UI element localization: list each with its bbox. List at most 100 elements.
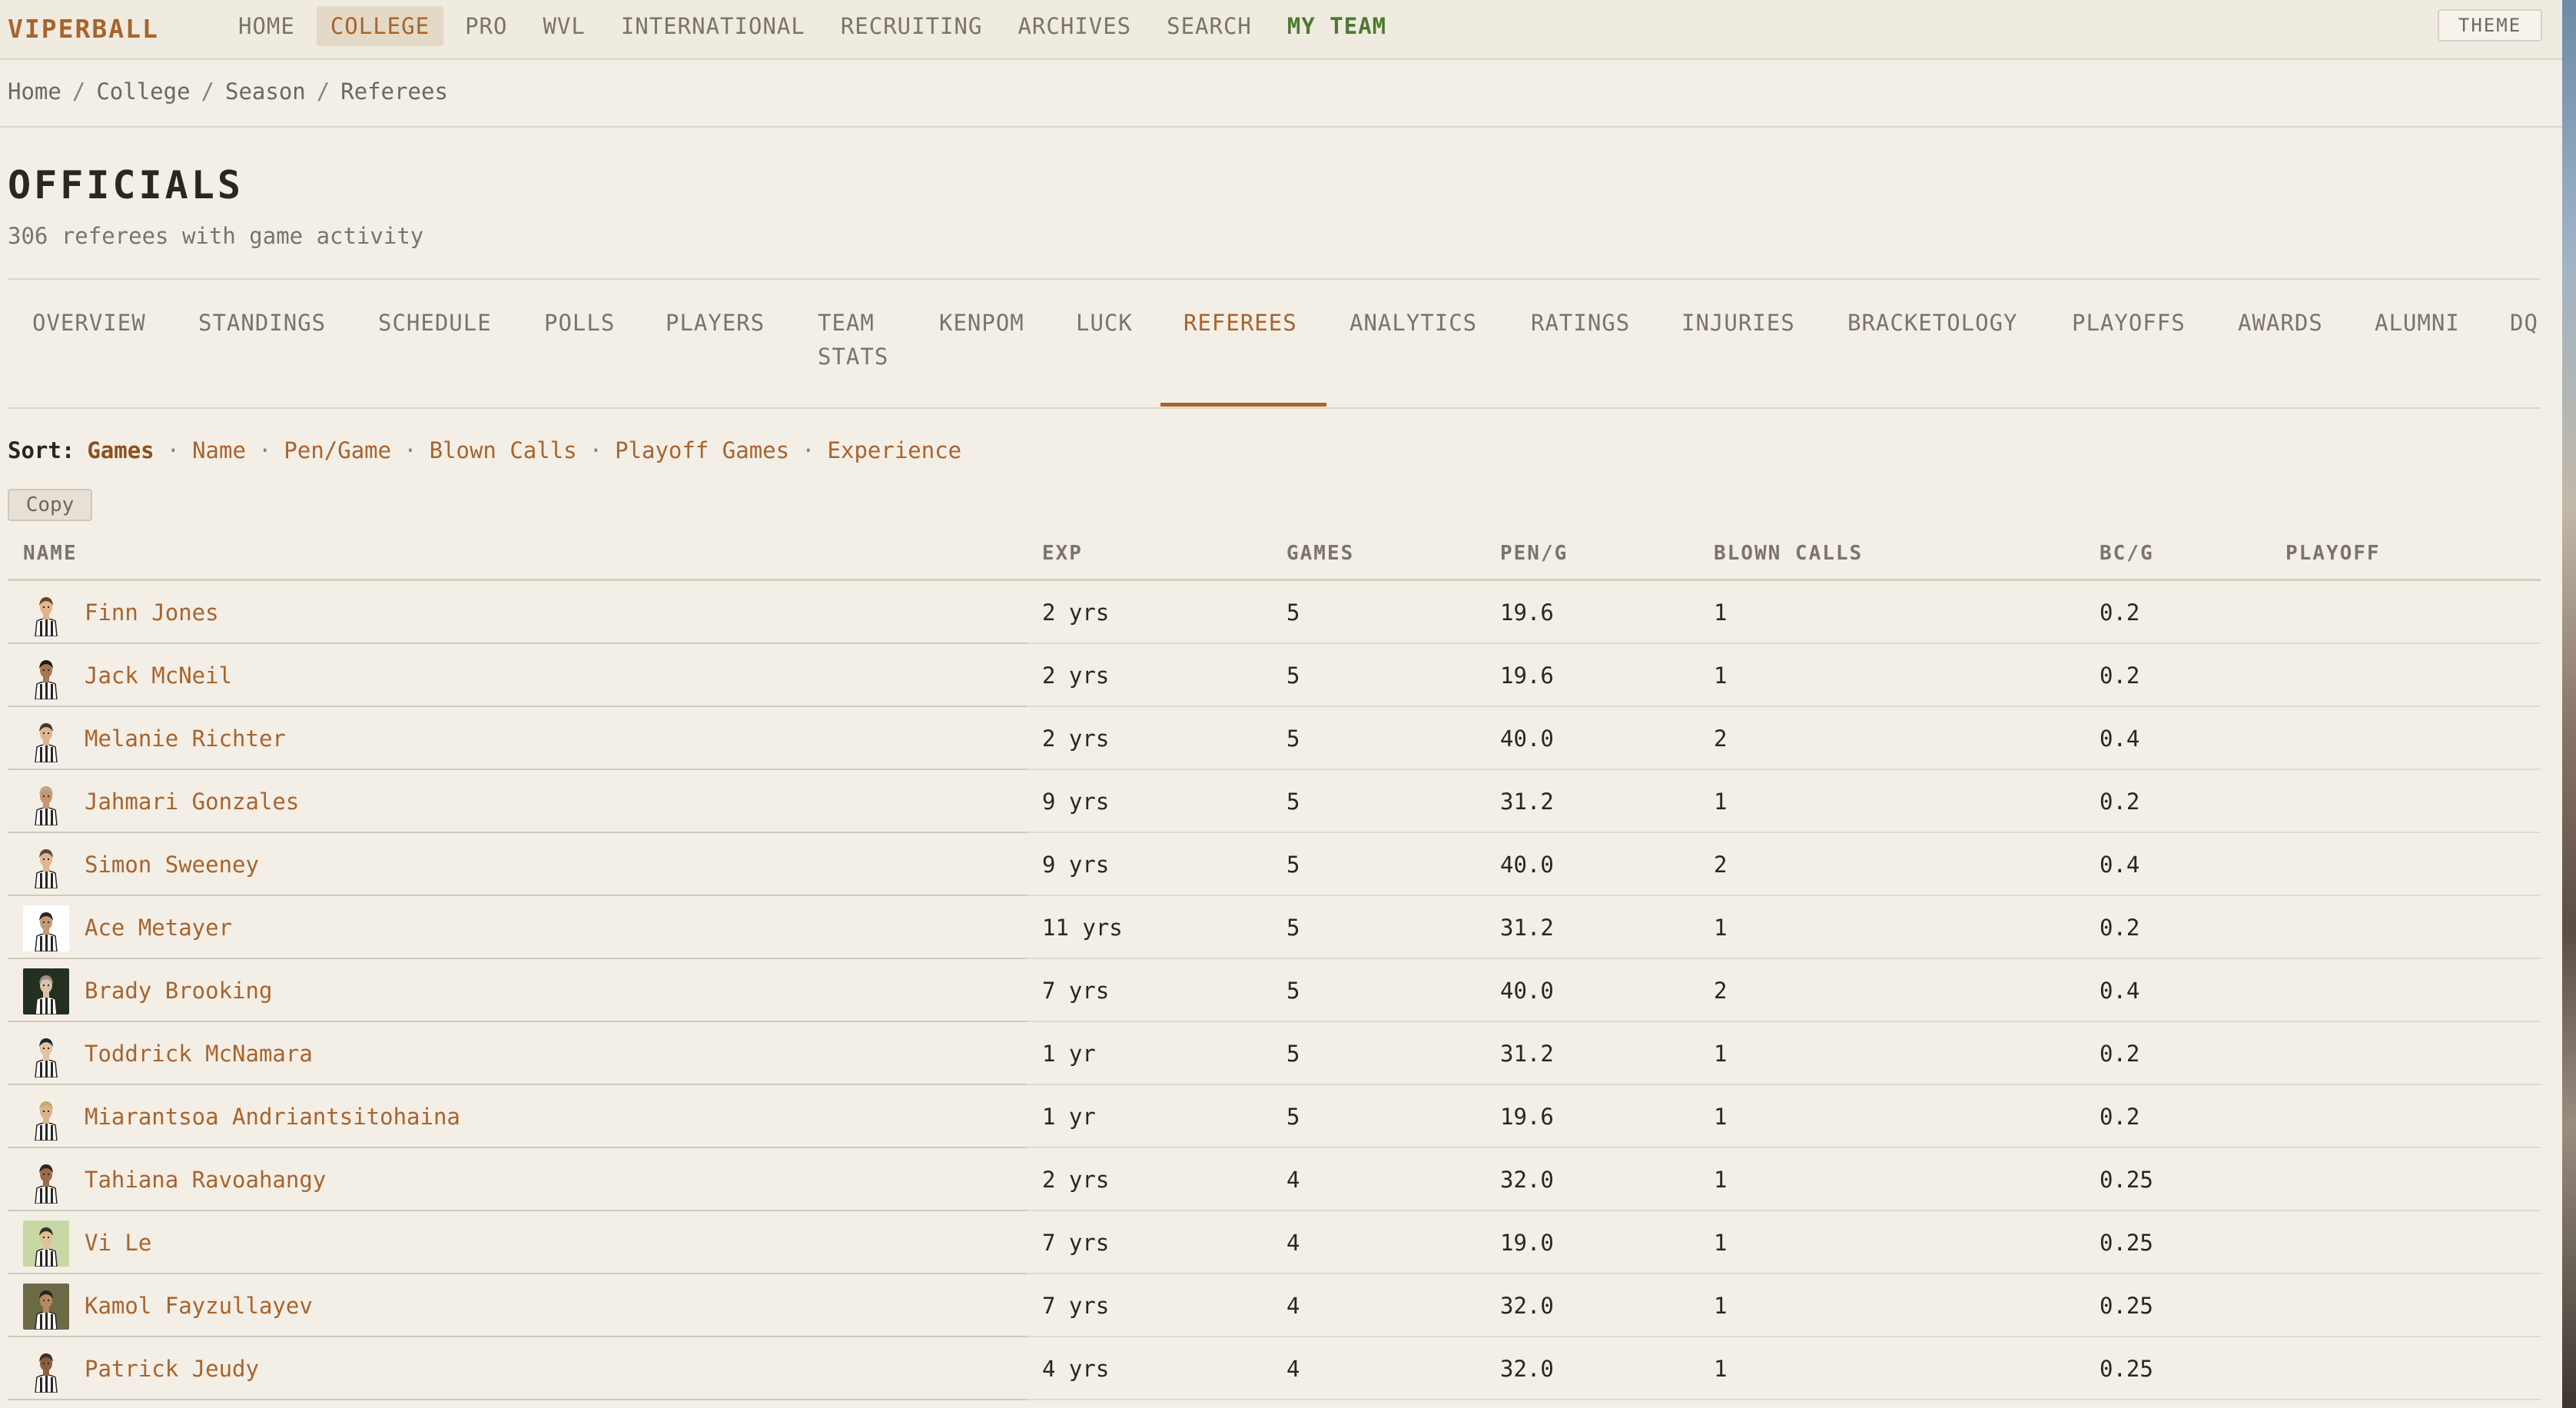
referee-avatar <box>23 905 69 951</box>
tab-overview[interactable]: OVERVIEW <box>32 306 146 340</box>
cell-bc-g: 0.2 <box>2100 599 2140 626</box>
breadcrumb-referees: Referees <box>340 78 448 105</box>
cell-blown-calls: 1 <box>1714 1356 1728 1382</box>
referee-portrait-icon <box>23 1031 69 1078</box>
sort-games[interactable]: Games <box>87 433 154 467</box>
sort-experience[interactable]: Experience <box>828 433 962 467</box>
col-bc-g[interactable]: BC/G <box>2100 535 2154 572</box>
referee-name-link[interactable]: Patrick Jeudy <box>85 1337 259 1400</box>
cell-pen-g: 19.6 <box>1500 1104 1554 1130</box>
table-row: Ace Metayer 11 yrs 5 31.2 1 0.2 <box>8 896 2541 959</box>
cell-games: 5 <box>1286 1104 1300 1130</box>
sort-blown-calls[interactable]: Blown Calls <box>430 433 577 467</box>
tab-playoffs[interactable]: PLAYOFFS <box>2072 306 2186 340</box>
tab-team-stats[interactable]: TEAM STATS <box>818 306 888 374</box>
col-playoff[interactable]: PLAYOFF <box>2286 535 2381 572</box>
cell-blown-calls: 1 <box>1714 1167 1728 1193</box>
divider <box>8 407 2541 409</box>
referee-name-link[interactable]: Tahiana Ravoahangy <box>85 1148 326 1211</box>
referee-name-link[interactable]: Jack McNeil <box>85 644 232 707</box>
name-cell: Ace Metayer <box>8 896 1027 959</box>
tab-kenpom[interactable]: KENPOM <box>939 306 1024 340</box>
tab-players[interactable]: PLAYERS <box>666 306 765 340</box>
name-cell: Melanie Richter <box>8 707 1027 770</box>
referees-table: NAME EXP GAMES PEN/G BLOWN CALLS BC/G PL… <box>8 535 2541 1400</box>
divider <box>0 126 2562 128</box>
tab-luck[interactable]: LUCK <box>1076 306 1133 340</box>
cell-bc-g: 0.4 <box>2100 726 2140 752</box>
nav-home[interactable]: HOME <box>224 6 309 46</box>
referee-name-link[interactable]: Brady Brooking <box>85 959 272 1022</box>
referee-name-link[interactable]: Ace Metayer <box>85 896 232 959</box>
cell-games: 5 <box>1286 1041 1300 1067</box>
nav-pro[interactable]: PRO <box>451 6 521 46</box>
tab-alumni[interactable]: ALUMNI <box>2375 306 2460 340</box>
nav-college[interactable]: COLLEGE <box>316 6 444 46</box>
referee-name-link[interactable]: Jahmari Gonzales <box>85 770 299 833</box>
tab-awards[interactable]: AWARDS <box>2238 306 2323 340</box>
sort-label: Sort: <box>8 437 75 463</box>
tab-injuries[interactable]: INJURIES <box>1681 306 1795 340</box>
tab-schedule[interactable]: SCHEDULE <box>378 306 492 340</box>
referee-avatar <box>23 590 69 636</box>
cell-bc-g: 0.4 <box>2100 852 2140 878</box>
sort-pen-game[interactable]: Pen/Game <box>284 433 391 467</box>
copy-button[interactable]: Copy <box>8 489 92 521</box>
nav-international[interactable]: INTERNATIONAL <box>607 6 819 46</box>
brand-logo[interactable]: VIPERBALL <box>8 9 159 49</box>
tab-polls[interactable]: POLLS <box>544 306 615 340</box>
cell-blown-calls: 1 <box>1714 1104 1728 1130</box>
cell-bc-g: 0.2 <box>2100 789 2140 815</box>
referee-name-link[interactable]: Miarantsoa Andriantsitohaina <box>85 1085 460 1148</box>
nav-search[interactable]: SEARCH <box>1153 6 1266 46</box>
table-row: Brady Brooking 7 yrs 5 40.0 2 0.4 <box>8 959 2541 1022</box>
cell-pen-g: 40.0 <box>1500 852 1554 878</box>
page-subtitle: 306 referees with game activity <box>8 223 424 249</box>
nav-recruiting[interactable]: RECRUITING <box>827 6 997 46</box>
referee-name-link[interactable]: Kamol Fayzullayev <box>85 1274 313 1337</box>
col-games[interactable]: GAMES <box>1286 535 1354 572</box>
col-exp[interactable]: EXP <box>1042 535 1083 572</box>
cell-exp: 2 yrs <box>1042 726 1110 752</box>
tab-standings[interactable]: STANDINGS <box>198 306 326 340</box>
cell-games: 5 <box>1286 662 1300 689</box>
cell-pen-g: 40.0 <box>1500 726 1554 752</box>
cell-bc-g: 0.25 <box>2100 1356 2153 1382</box>
cell-pen-g: 32.0 <box>1500 1167 1554 1193</box>
referee-name-link[interactable]: Finn Jones <box>85 581 219 644</box>
cell-exp: 7 yrs <box>1042 1293 1110 1319</box>
nav-my-team[interactable]: MY TEAM <box>1273 6 1400 46</box>
referee-name-link[interactable]: Toddrick McNamara <box>85 1022 313 1085</box>
col-blown-calls[interactable]: BLOWN CALLS <box>1714 535 1863 572</box>
tab-dq[interactable]: DQ <box>2510 306 2538 340</box>
cell-bc-g: 0.4 <box>2100 978 2140 1004</box>
referee-name-link[interactable]: Simon Sweeney <box>85 833 259 896</box>
nav-archives[interactable]: ARCHIVES <box>1004 6 1145 46</box>
cell-blown-calls: 1 <box>1714 1230 1728 1256</box>
cell-blown-calls: 1 <box>1714 1293 1728 1319</box>
tab-referees[interactable]: REFEREES <box>1183 306 1297 340</box>
referee-avatar <box>23 716 69 762</box>
referee-portrait-icon <box>23 842 69 888</box>
tab-ratings[interactable]: RATINGS <box>1531 306 1630 340</box>
sort-playoff-games[interactable]: Playoff Games <box>615 433 789 467</box>
referee-name-link[interactable]: Vi Le <box>85 1211 151 1274</box>
cell-bc-g: 0.25 <box>2100 1230 2153 1256</box>
referee-avatar <box>23 1220 69 1267</box>
cell-blown-calls: 1 <box>1714 662 1728 689</box>
cell-games: 5 <box>1286 599 1300 626</box>
cell-pen-g: 31.2 <box>1500 789 1554 815</box>
col-name[interactable]: NAME <box>23 535 78 572</box>
tab-analytics[interactable]: ANALYTICS <box>1349 306 1477 340</box>
col-pen-g[interactable]: PEN/G <box>1500 535 1568 572</box>
breadcrumb-college[interactable]: College <box>96 74 190 109</box>
sort-name[interactable]: Name <box>192 433 246 467</box>
cell-exp: 9 yrs <box>1042 852 1110 878</box>
breadcrumb-season[interactable]: Season <box>225 74 306 109</box>
nav-wvl[interactable]: WVL <box>529 6 599 46</box>
breadcrumb-home[interactable]: Home <box>8 74 61 109</box>
theme-button[interactable]: THEME <box>2438 9 2542 42</box>
referee-name-link[interactable]: Melanie Richter <box>85 707 286 770</box>
referee-portrait-icon <box>23 1094 69 1141</box>
tab-bracketology[interactable]: BRACKETOLOGY <box>1847 306 2018 340</box>
